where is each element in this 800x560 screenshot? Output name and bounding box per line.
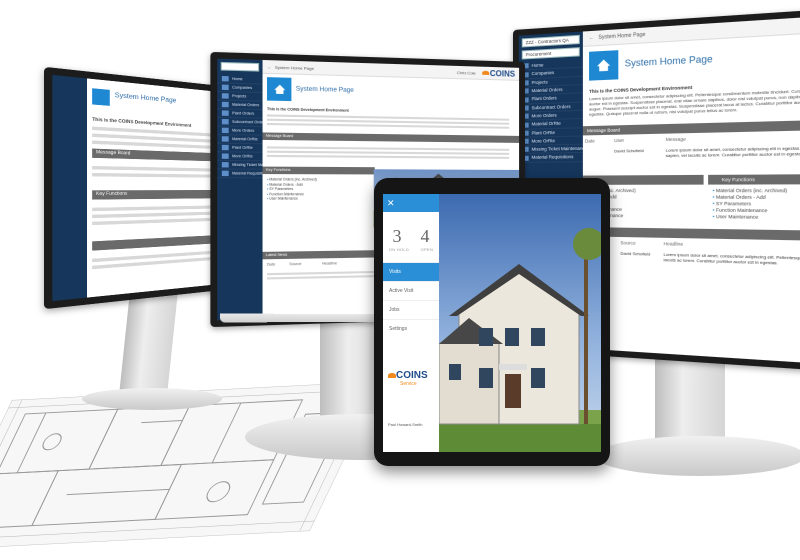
menu-item-icon (222, 85, 229, 91)
right-sidebar-item[interactable]: Material Requisitions (519, 153, 583, 162)
middle-sidebar-item[interactable]: More OrRte (217, 152, 262, 161)
tablet-screen: ✕ 3 4 ON HOLD OPEN Visits Active Visit Jo… (383, 194, 601, 452)
middle-home-icon[interactable] (267, 77, 291, 101)
menu-item-icon (222, 93, 229, 99)
sidebar-item-label: Plant Orders (232, 111, 254, 116)
coins-logo: COINS (482, 68, 515, 78)
sidebar-item-label: Home (532, 62, 544, 68)
right-home-icon[interactable] (589, 50, 618, 81)
middle-topbar: ← System Home Page Chris Cole COINS (263, 60, 520, 81)
company-select[interactable]: ZZZ - Contractors QA (522, 35, 580, 48)
right-mb-row[interactable]: David Schofield Lorem ipsum dolor sit ame… (585, 145, 800, 160)
sidebar-item-label: Projects (532, 79, 548, 85)
right-message-board-bar: Message Board (583, 119, 800, 135)
middle-sidebar-item[interactable]: Material Requisitions (217, 170, 262, 179)
tablet-menu-jobs[interactable]: Jobs (383, 300, 439, 319)
tablet-close-icon[interactable]: ✕ (383, 194, 439, 212)
middle-key-functions-bar: Key Functions (263, 167, 375, 175)
menu-item-icon (222, 102, 229, 108)
sidebar-item-label: Plant OrRte (532, 129, 555, 135)
tablet-house-photo (439, 194, 601, 452)
menu-item-icon (222, 162, 229, 167)
tablet-user-footer: Paul Howard-Smith (388, 422, 422, 427)
middle-page-title: System Home Page (296, 86, 354, 94)
tablet-menu-settings[interactable]: Settings (383, 319, 439, 338)
menu-item-icon (222, 171, 229, 176)
sidebar-item-label: Home (232, 77, 243, 82)
right-news-bar (583, 227, 800, 241)
right-sidebar-menu: Home Companies Projects Material Orders Plan… (519, 59, 583, 162)
sidebar-item-label: Material Orders (232, 102, 259, 107)
tablet-device: ✕ 3 4 ON HOLD OPEN Visits Active Visit Jo… (374, 178, 610, 466)
sidebar-item-label: Plant Orders (532, 96, 557, 102)
sidebar-item-label: Material Orders (532, 87, 563, 93)
key-function-link[interactable]: • User Maintenance (713, 214, 800, 222)
middle-mb-lines (267, 144, 509, 161)
product-scene: System Home Page This is the COINS Devel… (0, 0, 800, 560)
middle-user-name[interactable]: Chris Cole (457, 69, 476, 75)
menu-item-icon (222, 76, 229, 82)
menu-item-icon (222, 153, 229, 158)
middle-sidebar-menu: Home Companies Projects Material Orders Plan… (217, 75, 262, 179)
sidebar-item-label: Missing Ticket Maintenance (532, 146, 583, 152)
left-sidebar (52, 75, 87, 301)
left-home-icon (92, 88, 110, 106)
menu-item-icon (222, 119, 229, 124)
middle-sidebar: Home Companies Projects Material Orders Plan… (217, 59, 262, 321)
right-breadcrumb: System Home Page (598, 32, 645, 41)
key-function-link[interactable]: • User Maintenance (267, 196, 372, 201)
right-news-header: Source Headline (620, 240, 800, 250)
stat-open-value: 4 (421, 226, 430, 247)
sidebar-item-label: Subcontract Orders (232, 120, 262, 125)
menu-item-icon (222, 136, 229, 141)
menu-item-icon (222, 145, 229, 150)
tablet-coins-logo: COINS Service (388, 370, 428, 387)
sidebar-item-label: Companies (232, 85, 252, 90)
sidebar-item-label: Material OrRte (232, 137, 258, 142)
left-page-title: System Home Page (115, 93, 177, 105)
middle-sidebar-item[interactable]: Plant OrRte (217, 144, 262, 153)
back-arrow-icon[interactable]: ← (589, 35, 594, 42)
sidebar-item-label: Companies (532, 70, 555, 76)
tablet-menu: Visits Active Visit Jobs Settings (383, 262, 439, 338)
middle-company-select[interactable] (221, 62, 259, 72)
tablet-stats: 3 4 (383, 226, 439, 247)
middle-breadcrumb: System Home Page (275, 64, 457, 74)
stat-on-hold-value: 3 (393, 226, 402, 247)
middle-key-list: • Material Orders (inc. Archived) • Mater… (267, 177, 372, 201)
sidebar-item-label: Material Requisitions (232, 171, 262, 175)
sidebar-item-label: Projects (232, 94, 246, 99)
right-news-row[interactable]: David Schofield Lorem ipsum dolor sit ame… (620, 251, 800, 268)
middle-back-arrow-icon[interactable]: ← (267, 64, 271, 69)
sidebar-item-label: More Orders (232, 128, 254, 133)
tablet-stat-labels: ON HOLD OPEN (383, 247, 439, 252)
tablet-menu-active-visit[interactable]: Active Visit (383, 281, 439, 300)
sidebar-item-label: Plant OrRte (232, 145, 253, 149)
sidebar-item-label: More OrRte (232, 154, 253, 158)
sidebar-item-label: More OrRte (532, 138, 555, 144)
middle-sidebar-item[interactable]: Missing Ticket Maintenance (217, 161, 262, 170)
right-topbar: ← System Home Page (583, 15, 800, 47)
tablet-menu-visits[interactable]: Visits (383, 262, 439, 281)
middle-message-board-bar: Message Board (263, 132, 520, 143)
right-page-title: System Home Page (625, 54, 713, 69)
sidebar-item-label: Material Requisitions (532, 155, 574, 161)
sidebar-item-label: Material OrRte (532, 121, 561, 127)
right-key-functions-bar: Key Functions (708, 174, 800, 185)
module-select[interactable]: Procurement (522, 47, 580, 59)
tablet-side-panel: ✕ 3 4 ON HOLD OPEN Visits Active Visit Jo… (383, 194, 439, 452)
sidebar-item-label: Missing Ticket Maintenance (232, 163, 262, 168)
right-key-list: • Material Orders (inc. Archived) • Mater… (713, 188, 800, 222)
sidebar-item-label: Subcontract Orders (532, 104, 571, 110)
right-mb-header: Date User Message (585, 133, 800, 143)
menu-item-icon (222, 110, 229, 115)
sidebar-item-label: More Orders (532, 112, 557, 118)
menu-item-icon (222, 128, 229, 133)
